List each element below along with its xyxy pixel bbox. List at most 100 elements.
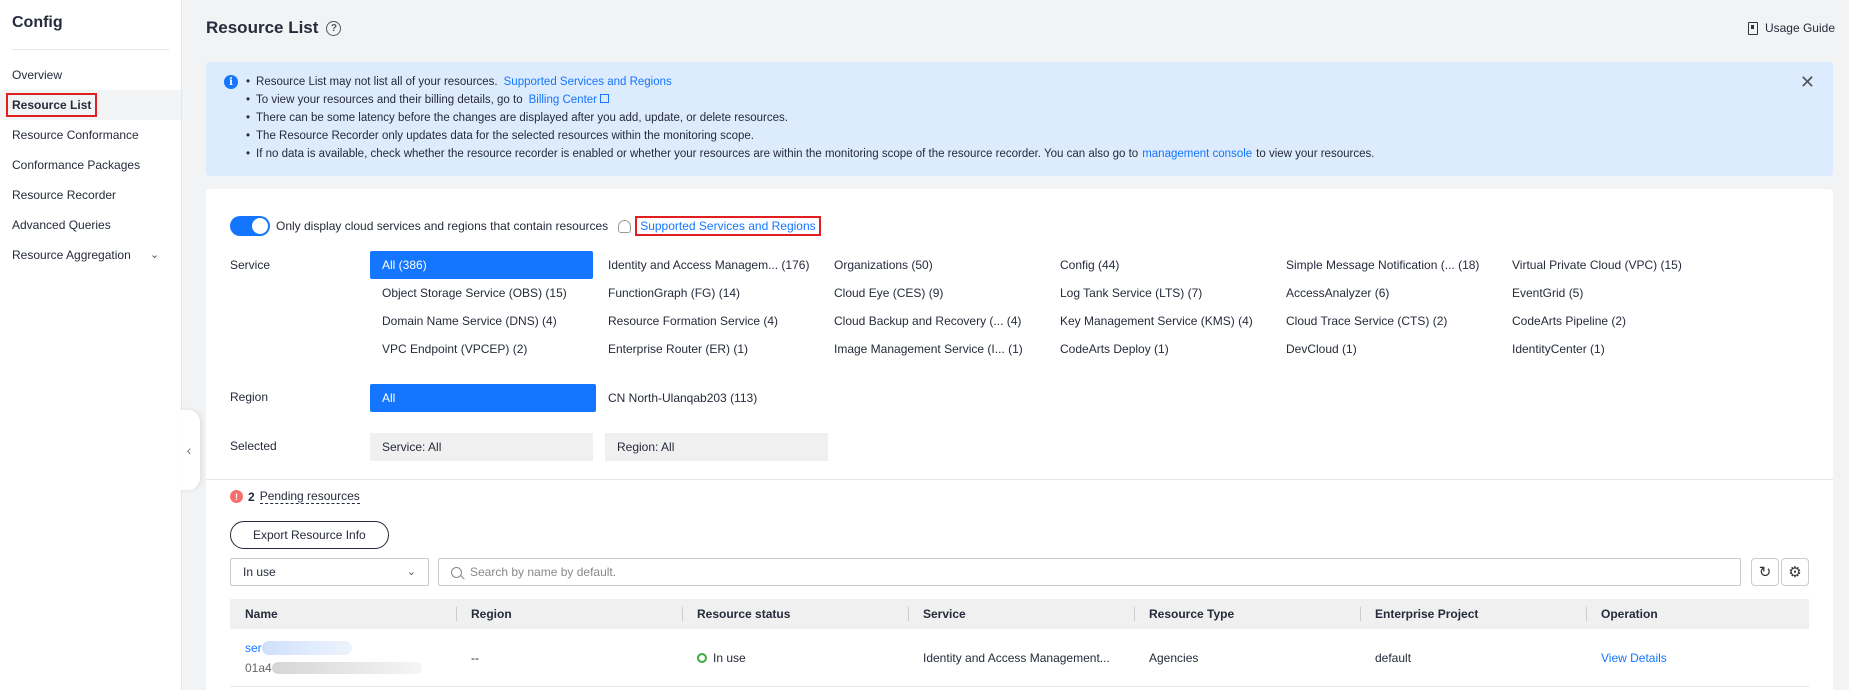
service-chip[interactable]: IdentityCenter (1) — [1500, 335, 1726, 363]
column-header: Region — [456, 599, 682, 629]
status-select[interactable]: In use ⌄ — [230, 558, 429, 586]
table-header: Name Region Resource status Service Reso… — [230, 599, 1809, 629]
selected-region: Region: All — [605, 433, 828, 461]
service-chip[interactable]: DevCloud (1) — [1274, 335, 1500, 363]
column-header: Enterprise Project — [1360, 599, 1586, 629]
info-icon: i — [224, 75, 238, 89]
notice-text: to view your resources. — [1256, 148, 1375, 160]
status-dot-icon — [697, 652, 707, 663]
service-chip[interactable]: Config (44) — [1048, 251, 1274, 279]
resource-only-toggle[interactable] — [230, 216, 270, 236]
redacted-id — [271, 662, 422, 675]
sidebar-item-advanced-queries[interactable]: Advanced Queries — [0, 210, 181, 240]
sidebar-item-overview[interactable]: Overview — [0, 60, 181, 90]
column-header: Resource status — [682, 599, 908, 629]
settings-button[interactable]: ⚙ — [1781, 558, 1809, 586]
sidebar-item-resource-aggregation[interactable]: Resource Aggregation ⌄ — [0, 240, 181, 270]
status-select-value: In use — [243, 565, 276, 579]
supported-services-link[interactable]: Supported Services and Regions — [504, 76, 672, 88]
toggle-row: Only display cloud services and regions … — [230, 216, 821, 236]
service-chip[interactable]: CodeArts Pipeline (2) — [1500, 307, 1726, 335]
search-input[interactable] — [470, 565, 1670, 579]
column-header: Name — [245, 607, 278, 621]
selected-row: Service: All Region: All — [370, 433, 828, 461]
redacted-name — [261, 641, 352, 656]
status-text: In use — [713, 650, 746, 665]
service-chip[interactable]: AccessAnalyzer (6) — [1274, 279, 1500, 307]
service-chip[interactable]: VPC Endpoint (VPCEP) (2) — [370, 335, 596, 363]
sidebar-item-conformance-packages[interactable]: Conformance Packages — [0, 150, 181, 180]
notice-text: Resource List may not list all of your r… — [256, 76, 498, 88]
service-chip[interactable]: Cloud Trace Service (CTS) (2) — [1274, 307, 1500, 335]
sidebar-collapse-button[interactable]: ‹ — [178, 410, 200, 490]
resource-id: 01a4 — [245, 658, 456, 678]
region-chip[interactable]: All — [370, 384, 596, 412]
service-chip[interactable]: Log Tank Service (LTS) (7) — [1048, 279, 1274, 307]
page-title-text: Resource List — [206, 18, 319, 37]
service-chip[interactable]: Organizations (50) — [822, 251, 1048, 279]
pending-resources[interactable]: ! 2 Pending resources — [230, 489, 360, 504]
service-cell: Identity and Access Management... — [923, 650, 1110, 665]
project-cell: default — [1375, 650, 1412, 665]
page-title: Resource List ? — [206, 18, 342, 38]
sidebar-item-resource-list[interactable]: Resource List — [0, 90, 181, 120]
refresh-button[interactable]: ↻ — [1751, 558, 1779, 586]
resource-table-section: ! 2 Pending resources Export Resource In… — [206, 479, 1833, 690]
notice-line: The Resource Recorder only updates data … — [246, 127, 1833, 145]
export-resource-info-button[interactable]: Export Resource Info — [230, 521, 389, 549]
service-chip[interactable]: Domain Name Service (DNS) (4) — [370, 307, 596, 335]
close-icon[interactable]: ✕ — [1800, 72, 1815, 93]
sidebar-item-label: Overview — [12, 68, 63, 82]
resource-table: Name Region Resource status Service Reso… — [230, 599, 1809, 687]
region-filter-row: All CN North-Ulanqab203 (113) — [370, 384, 822, 412]
resource-id-text: 01a4 — [245, 660, 272, 675]
service-chip[interactable]: CodeArts Deploy (1) — [1048, 335, 1274, 363]
region-cell: -- — [471, 650, 479, 665]
service-chip[interactable]: All (386) — [370, 251, 593, 279]
service-chip[interactable]: FunctionGraph (FG) (14) — [596, 279, 822, 307]
service-chip[interactable]: Cloud Backup and Recovery (... (4) — [822, 307, 1048, 335]
help-icon[interactable]: ? — [326, 20, 342, 36]
resource-name-link[interactable]: ser — [245, 638, 456, 658]
service-chip[interactable]: Object Storage Service (OBS) (15) — [370, 279, 596, 307]
service-chip[interactable]: Resource Formation Service (4) — [596, 307, 822, 335]
service-chip[interactable]: Virtual Private Cloud (VPC) (15) — [1500, 251, 1726, 279]
operation-cell: View Details — [1586, 651, 1809, 665]
sidebar-divider — [12, 49, 169, 50]
notice-line: There can be some latency before the cha… — [246, 109, 1833, 127]
name-cell: ser 01a4 — [230, 638, 456, 678]
sidebar-item-label: Advanced Queries — [12, 218, 111, 232]
sidebar-item-label: Resource List — [6, 93, 98, 117]
region-chip[interactable]: CN North-Ulanqab203 (113) — [596, 384, 822, 412]
view-details-link[interactable]: View Details — [1601, 651, 1667, 665]
pending-count: 2 — [248, 489, 255, 504]
sidebar-item-resource-conformance[interactable]: Resource Conformance — [0, 120, 181, 150]
service-chip[interactable]: Image Management Service (I... (1) — [822, 335, 1048, 363]
usage-guide-button[interactable]: Usage Guide — [1747, 21, 1835, 35]
service-chip[interactable]: Key Management Service (KMS) (4) — [1048, 307, 1274, 335]
notice-line: Resource List may not list all of your r… — [246, 73, 1833, 91]
billing-center-label: Billing Center — [528, 94, 597, 106]
management-console-link[interactable]: management console — [1142, 148, 1252, 160]
notice-list: Resource List may not list all of your r… — [246, 73, 1833, 163]
notice-text: If no data is available, check whether t… — [256, 148, 1139, 160]
sidebar-item-label: Resource Aggregation — [12, 248, 131, 262]
refresh-icon: ↻ — [1758, 564, 1772, 581]
service-chip[interactable]: EventGrid (5) — [1500, 279, 1726, 307]
sidebar-item-resource-recorder[interactable]: Resource Recorder — [0, 180, 181, 210]
sidebar-item-label: Conformance Packages — [12, 158, 141, 172]
chevron-left-icon: ‹ — [186, 442, 192, 458]
billing-center-link[interactable]: Billing Center — [529, 94, 609, 106]
resource-name: ser — [245, 640, 262, 655]
service-chip[interactable]: Cloud Eye (CES) (9) — [822, 279, 1048, 307]
column-header: Service — [908, 599, 1134, 629]
service-chip[interactable]: Identity and Access Managem... (176) — [596, 251, 822, 279]
book-icon — [1747, 21, 1758, 35]
service-chip[interactable]: Enterprise Router (ER) (1) — [596, 335, 822, 363]
search-icon — [451, 566, 462, 578]
supported-services-regions-link[interactable]: Supported Services and Regions — [635, 216, 821, 236]
notice-line: To view your resources and their billing… — [246, 91, 1833, 109]
notice-text: To view your resources and their billing… — [256, 94, 523, 106]
user-icon — [618, 219, 632, 233]
service-chip[interactable]: Simple Message Notification (... (18) — [1274, 251, 1500, 279]
